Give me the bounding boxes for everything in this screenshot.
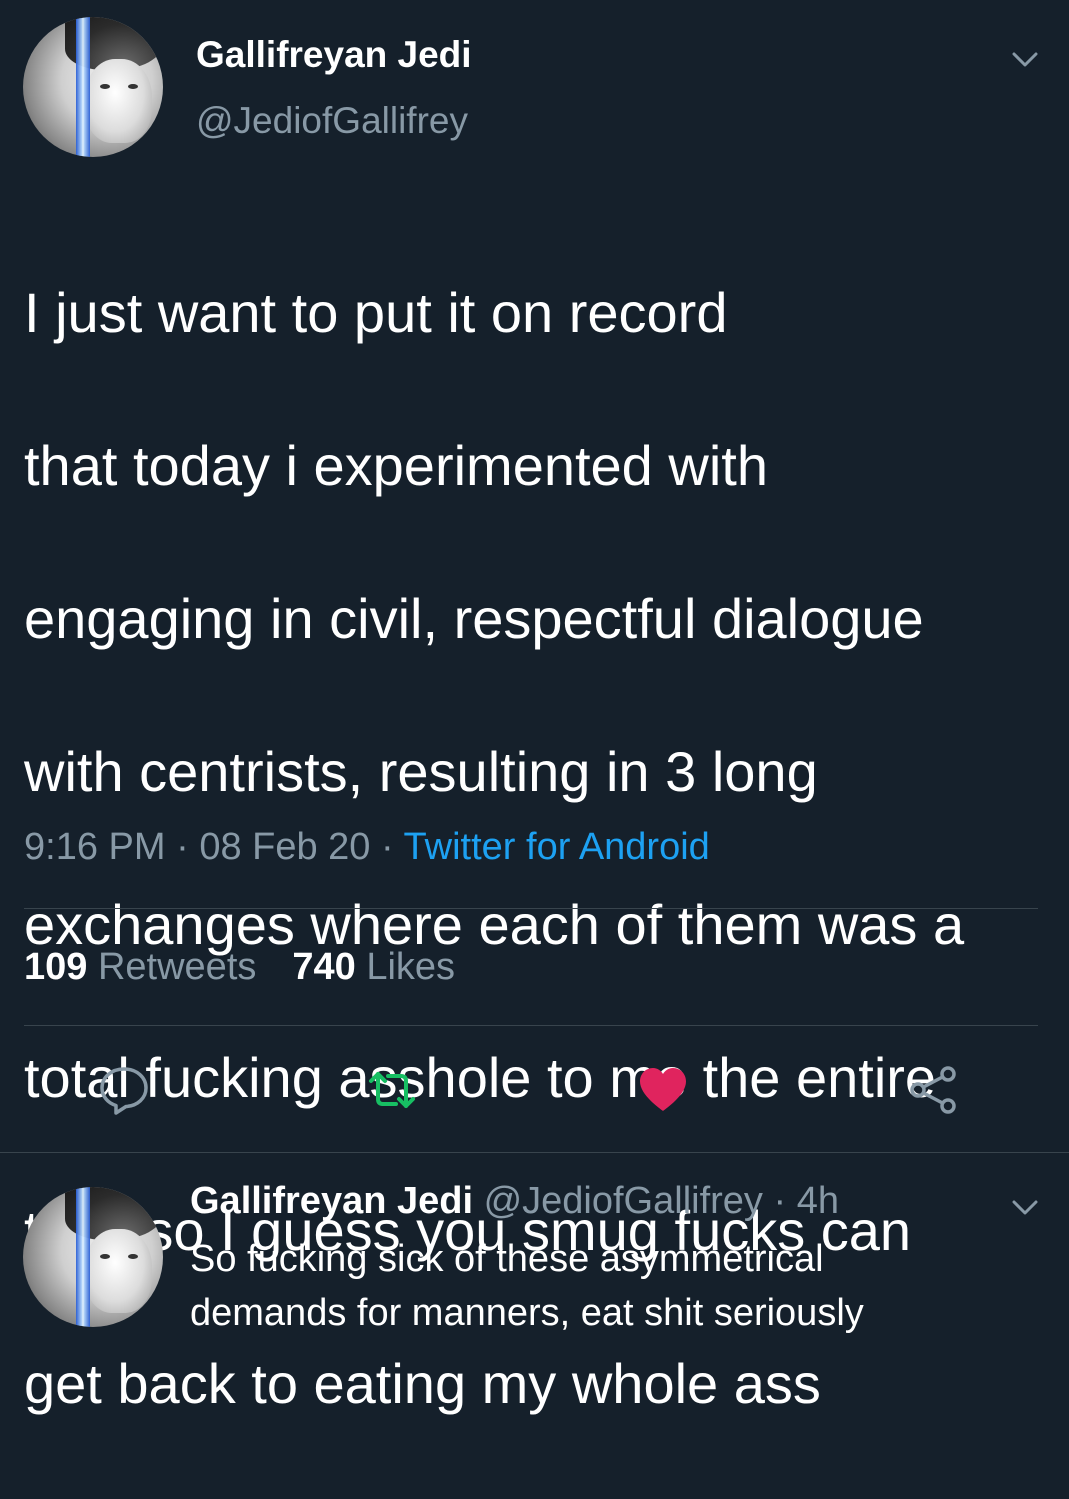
retweet-icon[interactable]: [365, 1063, 419, 1117]
tweet-text-line: get back to eating my whole ass: [24, 1351, 821, 1415]
reply-author-handle[interactable]: @JediofGallifrey: [484, 1180, 763, 1222]
lightsaber-graphic: [76, 1187, 91, 1327]
reply-avatar[interactable]: [23, 1187, 163, 1327]
meta-separator: ·: [165, 826, 200, 868]
reply-text-line: So fucking sick of these asymmetrical: [190, 1238, 824, 1280]
avatar-face: [84, 59, 152, 143]
thread-separator: [0, 1152, 1069, 1153]
chevron-down-icon[interactable]: [1010, 1192, 1040, 1222]
reply-author-name[interactable]: Gallifreyan Jedi: [190, 1180, 473, 1222]
retweets-stat[interactable]: 109 Retweets: [24, 946, 256, 988]
tweet-text-line: with centrists, resulting in 3 long: [24, 739, 818, 803]
tweet-source-link[interactable]: Twitter for Android: [404, 826, 710, 868]
share-icon[interactable]: [906, 1063, 960, 1117]
likes-label: Likes: [366, 946, 456, 988]
author-handle[interactable]: @JediofGallifrey: [196, 100, 468, 142]
reply-header: Gallifreyan Jedi @JediofGallifrey · 4h: [190, 1180, 839, 1223]
likes-count: 740: [292, 946, 356, 988]
divider: [24, 908, 1038, 909]
tweet-text-line: that today i experimented with: [24, 433, 768, 497]
meta-separator: ·: [370, 826, 404, 868]
retweets-count: 109: [24, 946, 88, 988]
tweet-text-line: total fucking asshole to me the entire: [24, 1045, 937, 1109]
avatar[interactable]: [23, 17, 163, 157]
retweets-label: Retweets: [97, 946, 257, 988]
likes-stat[interactable]: 740 Likes: [292, 946, 455, 988]
reply-text: So fucking sick of these asymmetrical de…: [190, 1232, 1010, 1340]
reply-text-line: demands for manners, eat shit seriously: [190, 1292, 864, 1334]
tweet-text-line: engaging in civil, respectful dialogue: [24, 586, 924, 650]
like-icon[interactable]: [636, 1063, 690, 1117]
lightsaber-graphic: [76, 17, 91, 157]
tweet-text-line: I just want to put it on record: [24, 280, 728, 344]
reply-icon[interactable]: [97, 1063, 151, 1117]
tweet-time[interactable]: 9:16 PM: [24, 826, 166, 868]
author-name[interactable]: Gallifreyan Jedi: [196, 34, 472, 76]
tweet-date[interactable]: 08 Feb 20: [199, 826, 370, 868]
tweet-meta: 9:16 PM · 08 Feb 20 · Twitter for Androi…: [24, 826, 710, 869]
meta-separator: ·: [762, 1180, 797, 1222]
divider: [24, 1025, 1038, 1026]
tweet-stats: 109 Retweets 740 Likes: [24, 946, 455, 989]
chevron-down-icon[interactable]: [1010, 44, 1040, 74]
reply-age[interactable]: 4h: [797, 1180, 839, 1222]
avatar-face: [84, 1229, 152, 1313]
